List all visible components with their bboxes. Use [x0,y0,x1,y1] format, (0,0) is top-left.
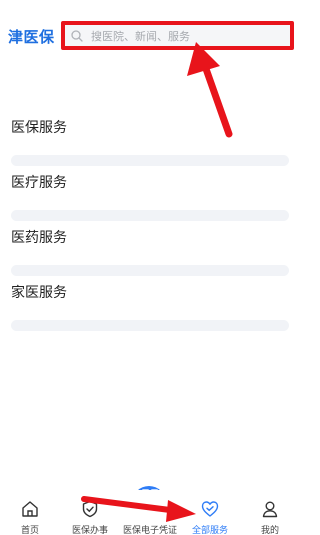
section-medical-care: 医疗服务 [11,173,289,221]
section-title: 家医服务 [11,285,67,301]
heart-check-icon [201,501,219,517]
search-icon [71,30,83,42]
section-placeholder-bar [11,155,289,166]
tab-label: 首页 [20,526,39,535]
bottom-tab-bar: 首页 医保办事 医保电子凭证 全部服务 我的 [0,489,300,535]
section-pharmacy: 医药服务 [11,228,289,276]
tab-home[interactable]: 首页 [0,490,60,535]
home-icon [22,501,38,517]
tab-label: 医保办事 [71,526,108,535]
header: 津医保 搜医院、新闻、服务 [0,0,300,66]
shield-check-icon [82,500,98,518]
search-placeholder: 搜医院、新闻、服务 [91,30,190,43]
user-icon [262,501,278,518]
tab-label: 全部服务 [191,526,228,535]
section-title: 医保服务 [11,120,67,136]
tab-label: 我的 [260,526,279,535]
tab-label: 医保电子凭证 [122,526,177,535]
tab-e-voucher[interactable]: 医保电子凭证 [120,489,180,535]
section-title: 医药服务 [11,230,67,246]
section-placeholder-bar [11,265,289,276]
section-medical-insurance: 医保服务 [11,118,289,166]
tab-insurance-affairs[interactable]: 医保办事 [60,490,120,535]
app-logo: 津医保 [8,28,55,46]
section-family-doctor: 家医服务 [11,283,289,331]
section-placeholder-bar [11,210,289,221]
section-placeholder-bar [11,320,289,331]
section-title: 医疗服务 [11,175,67,191]
tab-mine[interactable]: 我的 [240,490,300,535]
qr-code-icon [142,489,158,505]
search-box[interactable]: 搜医院、新闻、服务 [61,21,294,50]
tab-all-services[interactable]: 全部服务 [180,490,240,535]
